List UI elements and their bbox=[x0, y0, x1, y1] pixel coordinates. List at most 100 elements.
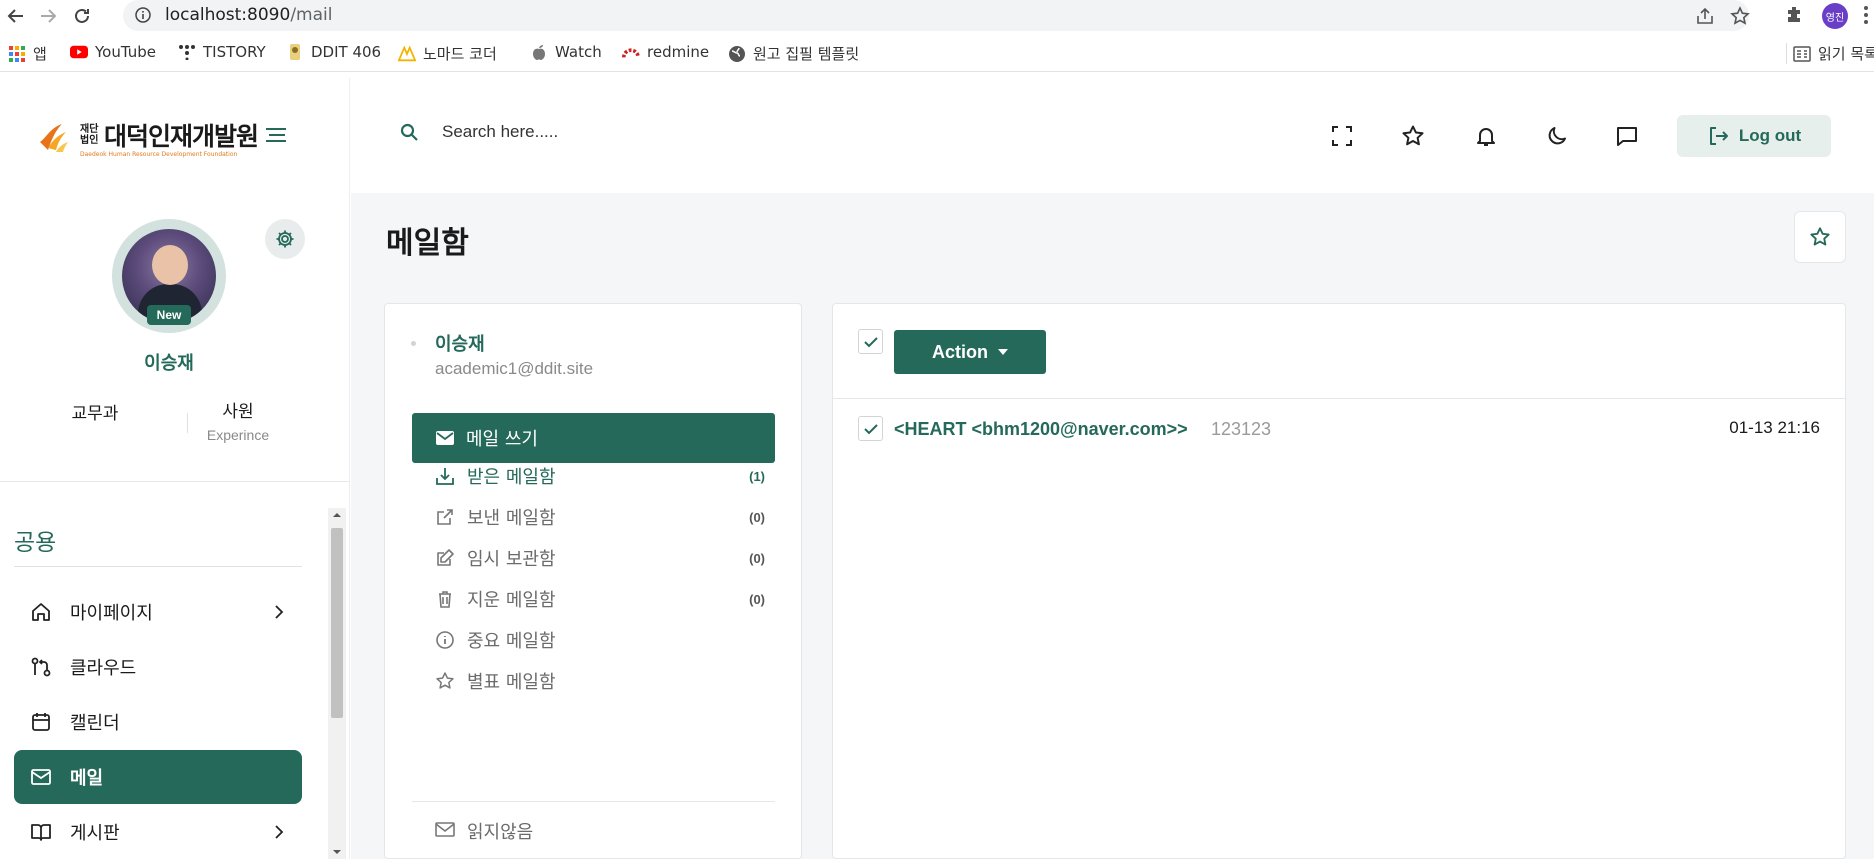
extensions-icon[interactable] bbox=[1784, 4, 1806, 26]
folder-sent[interactable]: 보낸 메일함 (0) bbox=[435, 502, 775, 532]
check-icon bbox=[863, 423, 878, 434]
apps-grid-icon bbox=[8, 45, 26, 63]
sidebar-divider bbox=[0, 481, 350, 482]
globe-icon bbox=[728, 45, 746, 63]
address-bar[interactable]: localhost:8090/mail bbox=[123, 0, 1750, 31]
share-icon[interactable] bbox=[1695, 6, 1715, 26]
info-icon bbox=[435, 630, 455, 650]
folder-count: (0) bbox=[749, 509, 765, 525]
home-icon bbox=[30, 601, 52, 623]
sidebar-item-cloud[interactable]: 클라우드 bbox=[14, 640, 302, 694]
logo-area: 재단법인 대덕인재개발원 Daedeok Human Resource Deve… bbox=[0, 78, 350, 193]
mail-date: 01-13 21:16 bbox=[1729, 418, 1820, 437]
profile-department: 교무과 bbox=[71, 404, 119, 424]
logout-button[interactable]: Log out bbox=[1677, 115, 1831, 157]
chevron-right-icon bbox=[274, 824, 284, 840]
logo[interactable]: 재단법인 대덕인재개발원 Daedeok Human Resource Deve… bbox=[38, 117, 259, 158]
bookmark-template[interactable]: 원고 집필 템플릿 bbox=[728, 43, 859, 64]
chat-bubble-icon[interactable] bbox=[1615, 124, 1639, 148]
bookmark-apps[interactable]: 앱 bbox=[8, 43, 47, 64]
redmine-icon bbox=[622, 43, 640, 61]
scrollbar-thumb[interactable] bbox=[331, 528, 343, 718]
sidebar-toggle-button[interactable] bbox=[265, 126, 287, 144]
favorites-star-icon[interactable] bbox=[1401, 124, 1425, 148]
folder-drafts[interactable]: 임시 보관함 (0) bbox=[435, 543, 775, 573]
sidebar-item-label: 클라우드 bbox=[70, 658, 137, 679]
forward-button[interactable] bbox=[36, 4, 60, 28]
sidebar: New 이승재 교무과 사원 Experince 공용 마이페이지 클라우드 캘… bbox=[0, 193, 350, 859]
mail-row-checkbox[interactable] bbox=[858, 416, 883, 441]
bookmark-youtube[interactable]: YouTube bbox=[70, 43, 156, 61]
trash-icon bbox=[435, 589, 455, 609]
bookmark-redmine[interactable]: redmine bbox=[622, 43, 709, 61]
bookmark-watch[interactable]: Watch bbox=[530, 43, 602, 61]
mail-subject[interactable]: 123123 bbox=[1211, 419, 1271, 440]
bookmark-tistory[interactable]: TISTORY bbox=[178, 43, 266, 61]
sidebar-scrollbar[interactable] bbox=[328, 508, 346, 859]
folder-important[interactable]: 중요 메일함 bbox=[435, 625, 775, 655]
bookmark-nomad-coders[interactable]: 노마드 코더 bbox=[398, 43, 497, 64]
mail-owner-email: academic1@ddit.site bbox=[435, 359, 594, 378]
sidebar-item-label: 메일 bbox=[70, 768, 104, 789]
caret-down-icon bbox=[998, 349, 1008, 355]
site-info-icon[interactable] bbox=[135, 7, 151, 23]
compose-mail-button[interactable]: 메일 쓰기 bbox=[412, 413, 775, 463]
folder-trash[interactable]: 지운 메일함 (0) bbox=[435, 584, 775, 614]
book-icon bbox=[30, 821, 52, 843]
profile-avatar[interactable]: 영진 bbox=[1822, 3, 1848, 29]
menu-dots-icon[interactable] bbox=[1862, 4, 1870, 26]
logo-subtitle: Daedeok Human Resource Development Found… bbox=[80, 151, 238, 158]
folder-count: (0) bbox=[749, 550, 765, 566]
folder-inbox[interactable]: 받은 메일함 (1) bbox=[435, 461, 775, 491]
main-content: 메일함 이승재 academic1@ddit.site 메일 쓰기 받은 메일함… bbox=[351, 193, 1874, 859]
logo-title: 대덕인재개발원 bbox=[104, 122, 259, 151]
youtube-icon bbox=[70, 43, 88, 61]
page-title: 메일함 bbox=[386, 226, 469, 261]
arrow-right-icon bbox=[41, 9, 57, 23]
select-all-checkbox[interactable] bbox=[858, 329, 883, 354]
profile-settings-button[interactable] bbox=[265, 219, 305, 259]
scroll-down-icon[interactable] bbox=[328, 845, 346, 859]
folder-starred[interactable]: 별표 메일함 bbox=[435, 666, 775, 696]
fullscreen-icon[interactable] bbox=[1330, 124, 1354, 148]
nomad-coders-icon bbox=[398, 45, 416, 63]
sidebar-item-label: 마이페이지 bbox=[70, 603, 153, 624]
sidebar-item-mypage[interactable]: 마이페이지 bbox=[14, 585, 302, 639]
mail-list-panel: Action <HEART <bhm1200@naver.com>> 12312… bbox=[832, 303, 1846, 859]
bookmark-page-button[interactable] bbox=[1794, 211, 1846, 263]
bookmark-ddit[interactable]: DDIT 406 bbox=[286, 43, 381, 61]
check-icon bbox=[863, 336, 878, 347]
mail-owner-name: 이승재 bbox=[435, 334, 485, 355]
edit-icon bbox=[435, 548, 455, 568]
sidebar-section-title: 공용 bbox=[14, 530, 57, 556]
ddit-icon bbox=[286, 43, 304, 61]
app-header: 재단법인 대덕인재개발원 Daedeok Human Resource Deve… bbox=[0, 78, 1874, 193]
notification-bell-icon[interactable] bbox=[1474, 124, 1498, 148]
mail-sender[interactable]: <HEART <bhm1200@naver.com>> bbox=[894, 419, 1188, 440]
chevron-right-icon bbox=[274, 604, 284, 620]
calendar-icon bbox=[30, 711, 52, 733]
envelope-icon bbox=[436, 431, 454, 445]
action-dropdown-button[interactable]: Action bbox=[894, 330, 1046, 374]
reload-button[interactable] bbox=[70, 4, 94, 28]
mail-row[interactable]: <HEART <bhm1200@naver.com>> 123123 01-13… bbox=[833, 399, 1845, 459]
back-button[interactable] bbox=[4, 4, 28, 28]
search-icon[interactable] bbox=[400, 123, 418, 141]
reading-list[interactable]: 읽기 목록 bbox=[1786, 43, 1874, 64]
sidebar-item-mail[interactable]: 메일 bbox=[14, 750, 302, 804]
bookmark-star-icon[interactable] bbox=[1730, 6, 1750, 26]
mail-icon bbox=[30, 766, 52, 788]
menu-lines-icon bbox=[266, 128, 286, 142]
section-divider bbox=[14, 566, 302, 567]
scroll-up-icon[interactable] bbox=[328, 508, 346, 522]
dark-mode-moon-icon[interactable] bbox=[1545, 124, 1569, 148]
search-input[interactable] bbox=[442, 122, 842, 142]
filter-unread[interactable]: 읽지않음 bbox=[435, 816, 775, 846]
status-dot bbox=[411, 341, 416, 346]
address-url: localhost:8090/mail bbox=[165, 5, 333, 25]
sidebar-item-calendar[interactable]: 캘린더 bbox=[14, 695, 302, 749]
sidebar-item-board[interactable]: 게시판 bbox=[14, 805, 302, 859]
profile-name: 이승재 bbox=[144, 353, 194, 374]
profile-rank: 사원 bbox=[222, 402, 254, 422]
folder-count: (1) bbox=[749, 468, 765, 484]
